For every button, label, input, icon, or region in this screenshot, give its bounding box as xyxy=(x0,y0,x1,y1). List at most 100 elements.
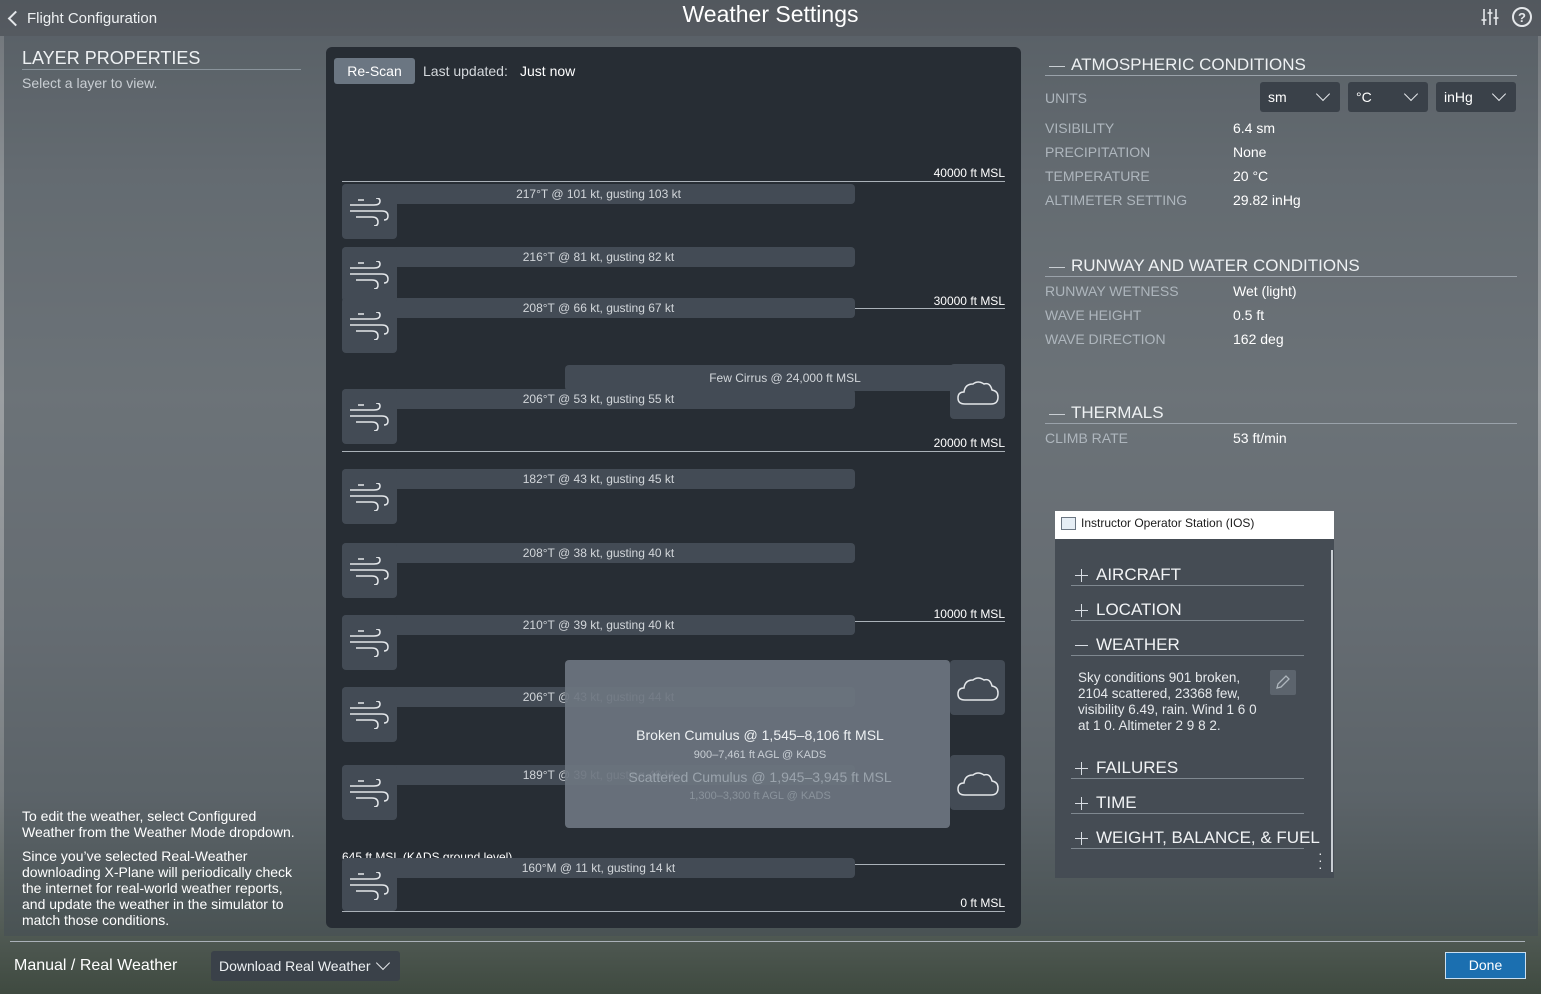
altitude-label: 30000 ft MSL xyxy=(933,294,1005,308)
thermals-title: THERMALS xyxy=(1071,403,1164,422)
wind-layer-bar[interactable]: 210°T @ 39 kt, gusting 40 kt xyxy=(342,615,855,635)
wind-layer-bar[interactable]: 208°T @ 66 kt, gusting 67 kt xyxy=(342,298,855,318)
weather-mode-select[interactable]: Download Real Weather xyxy=(211,951,400,981)
expand-icon[interactable] xyxy=(1075,762,1088,775)
pencil-icon xyxy=(1276,675,1290,689)
runway-wetness-label: RUNWAY WETNESS xyxy=(1045,283,1179,299)
pressure-unit-select[interactable]: inHg xyxy=(1436,82,1516,112)
cloud-layer-box[interactable] xyxy=(950,755,1005,810)
precipitation-label: PRECIPITATION xyxy=(1045,144,1151,160)
window-icon xyxy=(1061,517,1076,530)
wind-layer-box[interactable] xyxy=(342,543,397,598)
expand-icon[interactable] xyxy=(1075,797,1088,810)
wind-layer-bar[interactable]: 160°M @ 11 kt, gusting 14 kt xyxy=(342,858,855,878)
wind-layer-box[interactable] xyxy=(342,469,397,524)
select-value: Download Real Weather xyxy=(219,958,371,974)
tooltip-title: Broken Cumulus @ 1,545–8,106 ft MSL xyxy=(636,727,884,743)
temperature-value: 20 °C xyxy=(1233,168,1269,184)
collapse-icon[interactable] xyxy=(1075,645,1088,646)
tooltip-subtitle: 900–7,461 ft AGL @ KADS xyxy=(693,749,827,761)
ios-scrollbar[interactable] xyxy=(1331,550,1333,872)
wind-layer-box[interactable] xyxy=(342,687,397,742)
ios-section-weather[interactable]: WEATHER xyxy=(1096,635,1180,655)
wind-icon xyxy=(350,629,389,657)
expand-icon[interactable] xyxy=(1075,832,1088,845)
last-updated-label: Last updated: xyxy=(423,63,508,79)
wind-layer-bar[interactable]: 206°T @ 53 kt, gusting 55 kt xyxy=(342,389,855,409)
cloud-layer-box[interactable] xyxy=(950,364,1005,419)
wind-layer-box[interactable] xyxy=(342,615,397,670)
wind-icon xyxy=(350,198,389,226)
ios-window-title: Instructor Operator Station (IOS) xyxy=(1081,516,1255,530)
cloud-layer-bar[interactable]: Few Cirrus @ 24,000 ft MSL xyxy=(565,365,1005,391)
climb-rate-value: 53 ft/min xyxy=(1233,430,1287,446)
last-updated-value: Just now xyxy=(520,63,576,79)
edit-weather-button[interactable] xyxy=(1270,670,1296,695)
wind-layer-box[interactable] xyxy=(342,298,397,353)
altitude-label: 10000 ft MSL xyxy=(933,607,1005,621)
wind-layer-box[interactable] xyxy=(342,247,397,302)
wind-layer-bar[interactable]: 208°T @ 38 kt, gusting 40 kt xyxy=(342,543,855,563)
layer-properties-title: LAYER PROPERTIES xyxy=(22,48,201,68)
wind-layer-bar[interactable]: 217°T @ 101 kt, gusting 103 kt xyxy=(342,184,855,204)
runway-wetness-value: Wet (light) xyxy=(1233,283,1297,299)
more-options-icon[interactable]: · · · xyxy=(1318,846,1324,874)
distance-unit-select[interactable]: sm xyxy=(1260,82,1340,112)
climb-rate-label: CLIMB RATE xyxy=(1045,430,1128,446)
ios-section-time[interactable]: TIME xyxy=(1096,793,1137,813)
altimeter-value: 29.82 inHg xyxy=(1233,192,1301,208)
back-button-label: Flight Configuration xyxy=(27,9,158,27)
cloud-layer-tooltip xyxy=(565,660,950,828)
done-button[interactable]: Done xyxy=(1445,952,1526,979)
ios-section-weight-balance-fuel[interactable]: WEIGHT, BALANCE, & FUEL xyxy=(1096,828,1320,848)
tooltip-title-secondary: Scattered Cumulus @ 1,945–3,945 ft MSL xyxy=(628,769,892,785)
wind-icon xyxy=(350,312,389,340)
section-dash xyxy=(1049,414,1065,415)
sliders-icon[interactable] xyxy=(1480,7,1500,27)
temperature-label: TEMPERATURE xyxy=(1045,168,1150,184)
wave-direction-label: WAVE DIRECTION xyxy=(1045,331,1166,347)
runway-title: RUNWAY AND WATER CONDITIONS xyxy=(1071,256,1360,275)
wind-layer-box[interactable] xyxy=(342,389,397,444)
wind-icon xyxy=(350,557,389,585)
divider xyxy=(1071,778,1304,779)
select-value: sm xyxy=(1268,89,1287,105)
ios-section-aircraft[interactable]: AIRCRAFT xyxy=(1096,565,1181,585)
cloud-icon xyxy=(957,381,999,405)
expand-icon[interactable] xyxy=(1075,604,1088,617)
altitude-line xyxy=(342,451,1005,452)
expand-icon[interactable] xyxy=(1075,569,1088,582)
cloud-layer-box[interactable] xyxy=(950,660,1005,715)
help-icon[interactable]: ? xyxy=(1512,7,1532,27)
divider xyxy=(22,69,301,70)
divider xyxy=(1045,75,1517,76)
visibility-value: 6.4 sm xyxy=(1233,120,1276,136)
chevron-left-icon xyxy=(7,10,24,26)
chevron-down-icon xyxy=(1403,86,1419,102)
temperature-unit-select[interactable]: °C xyxy=(1348,82,1428,112)
select-value: inHg xyxy=(1444,89,1473,105)
wind-layer-bar[interactable]: 182°T @ 43 kt, gusting 45 kt xyxy=(342,469,855,489)
units-label: UNITS xyxy=(1045,90,1087,106)
wind-layer-bar[interactable]: 216°T @ 81 kt, gusting 82 kt xyxy=(342,247,855,267)
wind-layer-box[interactable] xyxy=(342,858,397,911)
precipitation-value: None xyxy=(1233,144,1267,160)
wind-icon xyxy=(350,779,389,807)
altitude-label: 0 ft MSL xyxy=(960,896,1005,910)
divider xyxy=(1045,423,1517,424)
wind-layer-box[interactable] xyxy=(342,184,397,239)
cloud-icon xyxy=(957,677,999,701)
back-button[interactable]: Flight Configuration xyxy=(4,6,157,30)
altitude-line xyxy=(342,911,1005,912)
visibility-label: VISIBILITY xyxy=(1045,120,1115,136)
altitude-label: 20000 ft MSL xyxy=(933,436,1005,450)
wind-icon xyxy=(350,701,389,729)
layer-properties-subtitle: Select a layer to view. xyxy=(22,75,158,91)
wind-icon xyxy=(350,403,389,431)
ios-section-location[interactable]: LOCATION xyxy=(1096,600,1182,620)
ios-section-failures[interactable]: FAILURES xyxy=(1096,758,1178,778)
rescan-button[interactable]: Re-Scan xyxy=(334,58,415,84)
wind-layer-box[interactable] xyxy=(342,765,397,820)
real-weather-note: Since you’ve selected Real-Weather downl… xyxy=(22,848,293,928)
wind-icon xyxy=(350,261,389,289)
